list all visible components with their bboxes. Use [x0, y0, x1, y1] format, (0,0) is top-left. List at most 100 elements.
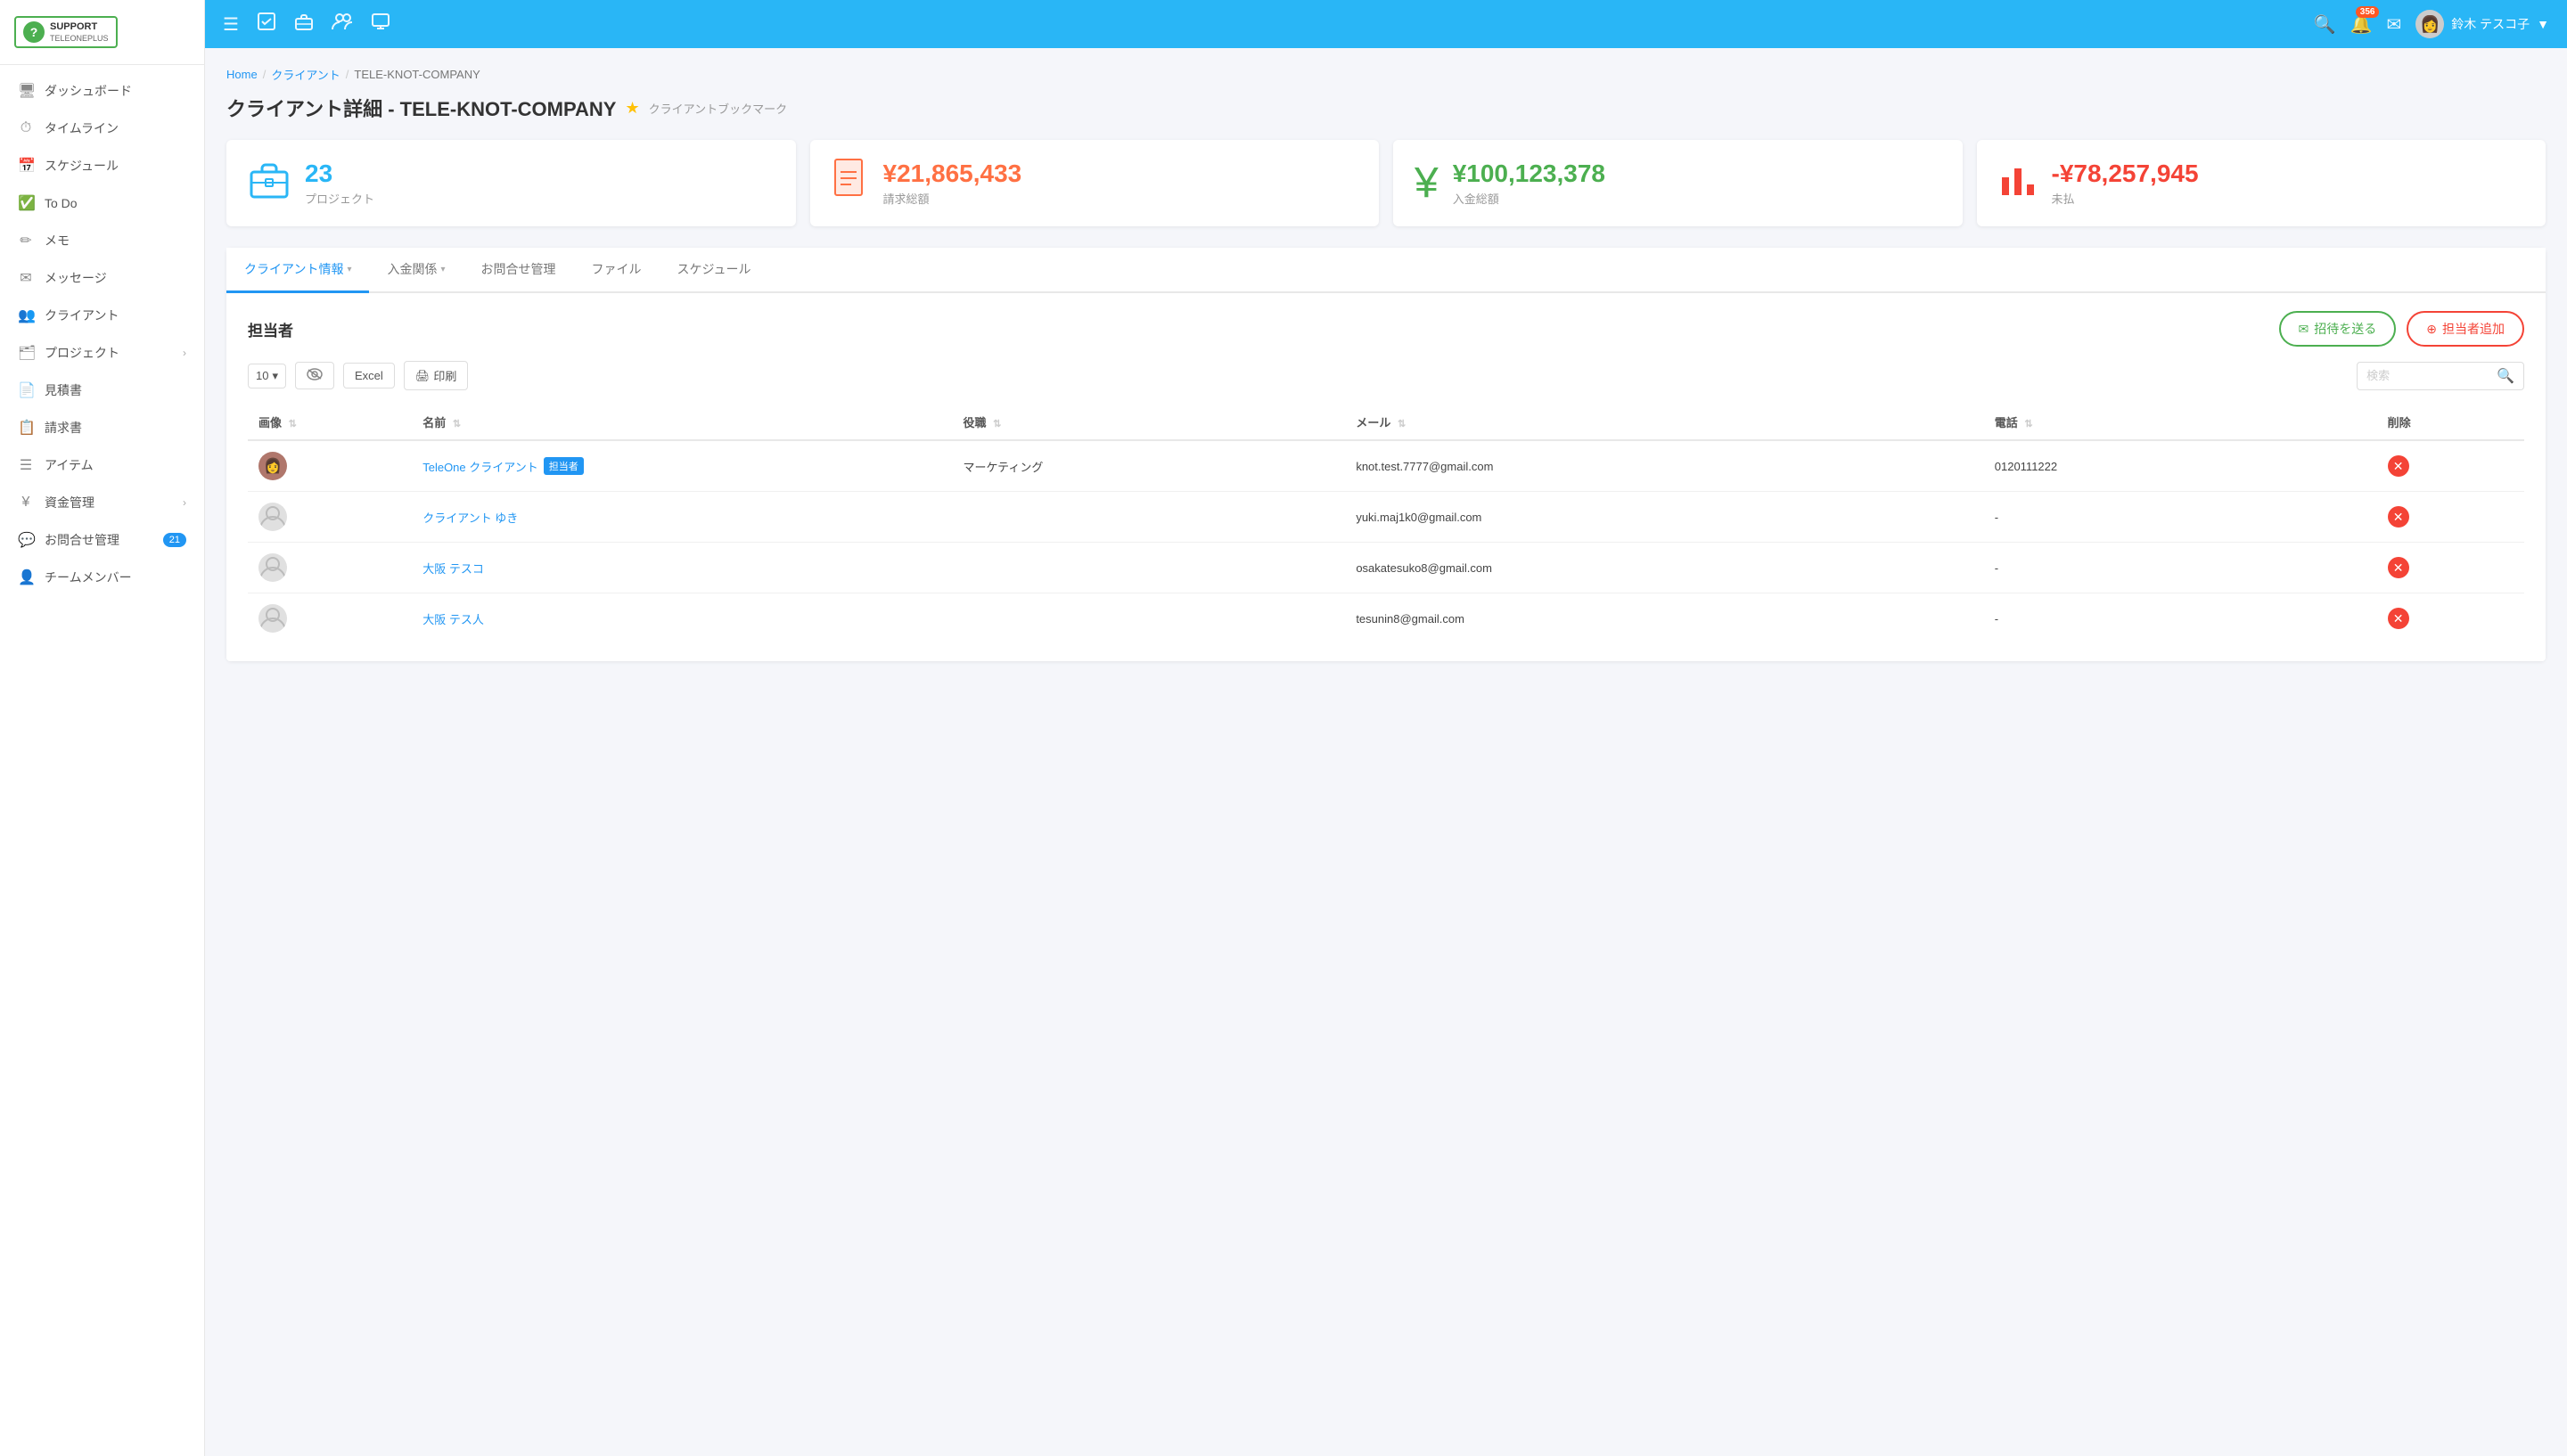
sidebar-label-schedule: スケジュール — [45, 157, 119, 175]
stat-invoice-value: ¥21,865,433 — [883, 160, 1022, 188]
sidebar-item-todo[interactable]: ✅ To Do — [0, 184, 204, 222]
sort-role-icon[interactable]: ⇅ — [993, 419, 1001, 429]
row-role: マーケティング — [952, 440, 1345, 492]
row-avatar — [258, 604, 287, 633]
delete-row-button[interactable]: ✕ — [2388, 557, 2409, 578]
print-label: 印刷 — [433, 367, 456, 384]
list-icon: ☰ — [18, 456, 34, 474]
per-page-select[interactable]: 10 ▾ — [248, 364, 286, 389]
print-button[interactable]: 🖨 印刷 — [404, 361, 469, 390]
bookmark-label: クライアントブックマーク — [649, 100, 787, 117]
delete-row-button[interactable]: ✕ — [2388, 506, 2409, 528]
tabs-section: クライアント情報 ▾ 入金関係 ▾ お問合せ管理 ファイル スケジュール — [226, 248, 2546, 661]
tab-schedule[interactable]: スケジュール — [660, 248, 769, 293]
tab-client-info[interactable]: クライアント情報 ▾ — [226, 248, 369, 293]
table-header-row: 画像 ⇅ 名前 ⇅ 役職 ⇅ — [248, 405, 2524, 440]
menu-icon[interactable]: ☰ — [223, 13, 239, 36]
sidebar-item-finance[interactable]: ¥ 資金管理 › — [0, 484, 204, 521]
main-area: ☰ — [205, 0, 2567, 1456]
tab-payment-label: 入金関係 — [387, 260, 437, 278]
manager-section: 担当者 ✉ 招待を送る ⊕ 担当者追加 — [226, 293, 2546, 661]
sort-email-icon[interactable]: ⇅ — [1398, 419, 1406, 429]
sidebar-item-invoice[interactable]: 📋 請求書 — [0, 409, 204, 446]
content-area: Home / クライアント / TELE-KNOT-COMPANY クライアント… — [205, 48, 2567, 1456]
column-toggle-button[interactable] — [295, 362, 334, 389]
row-phone: - — [1984, 492, 2377, 543]
task-icon[interactable] — [257, 12, 276, 37]
sidebar-label-inquiry: お問合せ管理 — [45, 531, 119, 549]
invite-button[interactable]: ✉ 招待を送る — [2279, 311, 2397, 347]
excel-button[interactable]: Excel — [343, 363, 395, 389]
search-input[interactable] — [2366, 369, 2491, 382]
stat-payment-value: ¥100,123,378 — [1453, 160, 1605, 188]
row-name-link[interactable]: TeleOne クライアント担当者 — [422, 457, 941, 475]
stat-card-projects: 23 プロジェクト — [226, 140, 796, 226]
delete-row-button[interactable]: ✕ — [2388, 455, 2409, 477]
mail-header-icon[interactable]: ✉ — [2386, 13, 2401, 36]
stat-unpaid-sub: -¥78,257,945 未払 — [2052, 160, 2199, 207]
people-header-icon[interactable] — [332, 12, 353, 37]
sidebar-item-dashboard[interactable]: 🖥 ダッシュボード — [0, 72, 204, 110]
managers-table: 画像 ⇅ 名前 ⇅ 役職 ⇅ — [248, 405, 2524, 643]
row-phone: - — [1984, 543, 2377, 593]
bookmark-star-icon[interactable]: ★ — [625, 99, 639, 118]
tab-inquiry[interactable]: お問合せ管理 — [463, 248, 574, 293]
sidebar-item-inquiry[interactable]: 💬 お問合せ管理 21 — [0, 521, 204, 559]
sidebar-item-memo[interactable]: ✏ メモ — [0, 222, 204, 259]
folder-icon: 🗂 — [18, 344, 34, 362]
sidebar-item-item[interactable]: ☰ アイテム — [0, 446, 204, 484]
tab-file[interactable]: ファイル — [574, 248, 660, 293]
section-title: 担当者 — [248, 318, 293, 340]
sidebar-item-estimate[interactable]: 📄 見積書 — [0, 372, 204, 409]
sort-name-icon[interactable]: ⇅ — [453, 419, 461, 429]
section-actions: ✉ 招待を送る ⊕ 担当者追加 — [2279, 311, 2524, 347]
sidebar-item-message[interactable]: ✉ メッセージ — [0, 259, 204, 297]
tab-payment[interactable]: 入金関係 ▾ — [369, 248, 463, 293]
sidebar-label-message: メッセージ — [45, 269, 107, 287]
sidebar-item-schedule[interactable]: 📅 スケジュール — [0, 147, 204, 184]
notification-bell[interactable]: 🔔 356 — [2350, 13, 2373, 36]
briefcase-icon[interactable] — [294, 12, 314, 37]
add-manager-button[interactable]: ⊕ 担当者追加 — [2407, 311, 2524, 347]
stat-card-payment: ¥ ¥100,123,378 入金総額 — [1393, 140, 1963, 226]
notification-count: 356 — [2356, 6, 2380, 18]
delete-row-button[interactable]: ✕ — [2388, 608, 2409, 629]
stat-payment-label: 入金総額 — [1453, 190, 1605, 207]
row-avatar — [258, 553, 287, 582]
row-phone: - — [1984, 593, 2377, 644]
envelope-btn-icon: ✉ — [2299, 322, 2309, 337]
user-menu[interactable]: 👩 鈴木 テスコ子 ▼ — [2415, 10, 2549, 38]
sidebar-item-timeline[interactable]: ⏱ タイムライン — [0, 110, 204, 147]
logo-icon: ? — [23, 21, 45, 43]
breadcrumb-client[interactable]: クライアント — [271, 66, 340, 83]
sidebar-label-estimate: 見積書 — [45, 381, 82, 399]
sidebar-item-client[interactable]: 👥 クライアント — [0, 297, 204, 334]
sidebar-label-dashboard: ダッシュボード — [45, 82, 132, 100]
sep2: / — [346, 68, 349, 81]
yen-icon: ¥ — [18, 495, 34, 511]
stat-projects-label: プロジェクト — [305, 190, 374, 207]
excel-label: Excel — [355, 369, 383, 382]
briefcase-stat-icon — [248, 160, 291, 207]
stats-row: 23 プロジェクト — [226, 140, 2546, 226]
row-name-link[interactable]: クライアント ゆき — [422, 509, 941, 526]
row-name-link[interactable]: 大阪 テスコ — [422, 560, 941, 577]
logo-box[interactable]: ? SUPPORT TELEONEPLUS — [14, 16, 118, 48]
logo-sub: TELEONEPLUS — [50, 34, 109, 43]
sidebar-label-team: チームメンバー — [45, 568, 132, 586]
sort-image-icon[interactable]: ⇅ — [289, 419, 297, 429]
sidebar-item-team[interactable]: 👤 チームメンバー — [0, 559, 204, 596]
chevron-right-icon: › — [183, 347, 186, 359]
search-header-icon[interactable]: 🔍 — [2314, 13, 2336, 36]
row-name-link[interactable]: 大阪 テス人 — [422, 610, 941, 627]
row-email: osakatesuko8@gmail.com — [1345, 543, 1983, 593]
sidebar-item-project[interactable]: 🗂 プロジェクト › — [0, 334, 204, 372]
people-icon: 👥 — [18, 307, 34, 324]
sort-phone-icon[interactable]: ⇅ — [2024, 419, 2032, 429]
plus-btn-icon: ⊕ — [2426, 322, 2437, 337]
breadcrumb-home[interactable]: Home — [226, 68, 258, 81]
col-header-name: 名前 ⇅ — [412, 405, 952, 440]
stat-card-invoice: ¥21,865,433 請求総額 — [810, 140, 1380, 226]
monitor-header-icon[interactable] — [371, 12, 390, 37]
tab-client-info-chevron: ▾ — [347, 265, 351, 274]
